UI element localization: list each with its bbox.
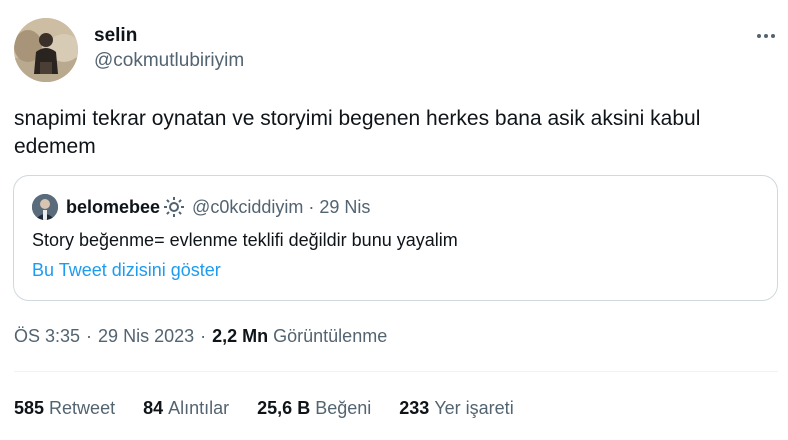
stat-count: 84 xyxy=(143,398,164,418)
author-avatar[interactable] xyxy=(14,18,78,82)
tweet-meta: ÖS 3:35 · 29 Nis 2023 · 2,2 Mn Görüntüle… xyxy=(14,324,387,348)
stat-count: 25,6 B xyxy=(257,398,311,418)
quoted-author-avatar xyxy=(32,194,58,220)
meta-separator-2: · xyxy=(200,326,207,346)
quoted-date: 29 Nis xyxy=(319,196,371,217)
quoted-display-name: belomebee xyxy=(66,196,161,217)
divider xyxy=(14,371,778,372)
tweet-header: selin @cokmutlubiriyim xyxy=(14,18,780,84)
stat-label: Yer işareti xyxy=(434,398,514,418)
stat-label: Retweet xyxy=(49,398,116,418)
likes-stat[interactable]: 25,6 B Beğeni xyxy=(257,396,371,420)
quoted-separator: · xyxy=(308,196,315,217)
quoted-handle: @c0kciddiyim xyxy=(192,196,304,217)
stat-count: 233 xyxy=(399,398,430,418)
meta-separator: · xyxy=(86,326,93,346)
stat-label: Alıntılar xyxy=(168,398,230,418)
quoted-text: Story beğenme= evlenme teklifi değildir … xyxy=(32,230,458,250)
show-thread-link[interactable]: Bu Tweet dizisini göster xyxy=(32,258,221,282)
author-display-name[interactable]: selin xyxy=(94,24,244,48)
tweet-stats: 585 Retweet 84 Alıntılar 25,6 B Beğeni 2… xyxy=(14,396,542,420)
views-count: 2,2 Mn xyxy=(212,326,269,346)
stat-count: 585 xyxy=(14,398,45,418)
gear-badge-icon xyxy=(162,195,186,219)
quoted-tweet[interactable]: belomebee @c0kciddiyim · 29 Nis Story be… xyxy=(13,175,778,301)
tweet-date[interactable]: 29 Nis 2023 xyxy=(98,324,194,348)
more-horizontal-icon[interactable] xyxy=(752,26,780,46)
stat-label: Beğeni xyxy=(315,398,372,418)
retweets-stat[interactable]: 585 Retweet xyxy=(14,396,115,420)
tweet-text: snapimi tekrar oynatan ve storyimi begen… xyxy=(14,107,701,158)
quoted-tweet-header: belomebee @c0kciddiyim · 29 Nis xyxy=(32,194,370,220)
tweet-time[interactable]: ÖS 3:35 xyxy=(14,324,80,348)
bookmarks-stat[interactable]: 233 Yer işareti xyxy=(399,396,513,420)
author-handle[interactable]: @cokmutlubiriyim xyxy=(94,48,244,74)
quotes-stat[interactable]: 84 Alıntılar xyxy=(143,396,229,420)
views-label: Görüntülenme xyxy=(273,326,388,346)
author-names: selin @cokmutlubiriyim xyxy=(94,24,244,74)
